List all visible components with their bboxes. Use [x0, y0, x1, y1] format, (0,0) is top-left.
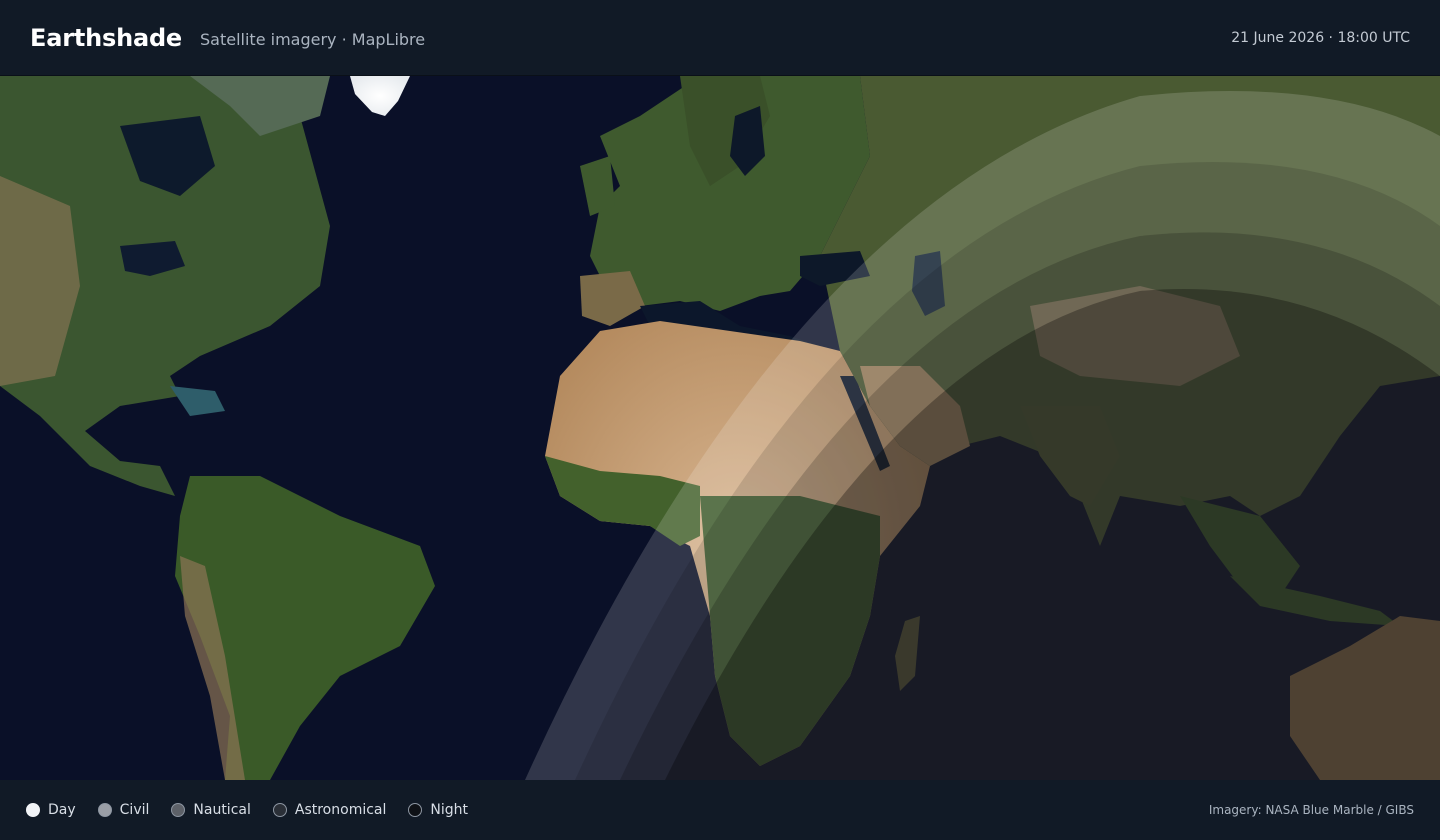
app-subtitle: Satellite imagery · MapLibre: [200, 30, 426, 49]
imagery-attribution[interactable]: Imagery: NASA Blue Marble / GIBS: [1209, 803, 1414, 817]
legend-label: Civil: [119, 802, 150, 818]
night-swatch-icon: [408, 803, 423, 817]
map-footer: Day Civil Nautical Astronomical Night Im…: [0, 780, 1440, 840]
legend-item-astronomical[interactable]: Astronomical: [272, 802, 387, 818]
nautical-swatch-icon: [171, 803, 186, 817]
legend-item-nautical[interactable]: Nautical: [171, 802, 251, 818]
legend-label: Day: [48, 802, 76, 818]
app-title: Earthshade: [30, 23, 183, 52]
map-canvas[interactable]: [0, 76, 1440, 780]
legend-label: Astronomical: [294, 802, 387, 818]
satellite-map[interactable]: [0, 76, 1440, 780]
legend-item-civil[interactable]: Civil: [97, 802, 150, 818]
legend-label: Nautical: [193, 802, 251, 818]
legend-item-night[interactable]: Night: [408, 802, 468, 818]
shade-legend: Day Civil Nautical Astronomical Night: [26, 802, 490, 818]
legend-label: Night: [430, 802, 469, 818]
app-header: Earthshade Satellite imagery · MapLibre …: [0, 0, 1440, 76]
astronomical-swatch-icon: [272, 803, 287, 817]
civil-swatch-icon: [97, 803, 112, 817]
legend-item-day[interactable]: Day: [26, 802, 76, 818]
timestamp: 21 June 2026 · 18:00 UTC: [1231, 29, 1410, 46]
day-swatch-icon: [26, 803, 40, 817]
